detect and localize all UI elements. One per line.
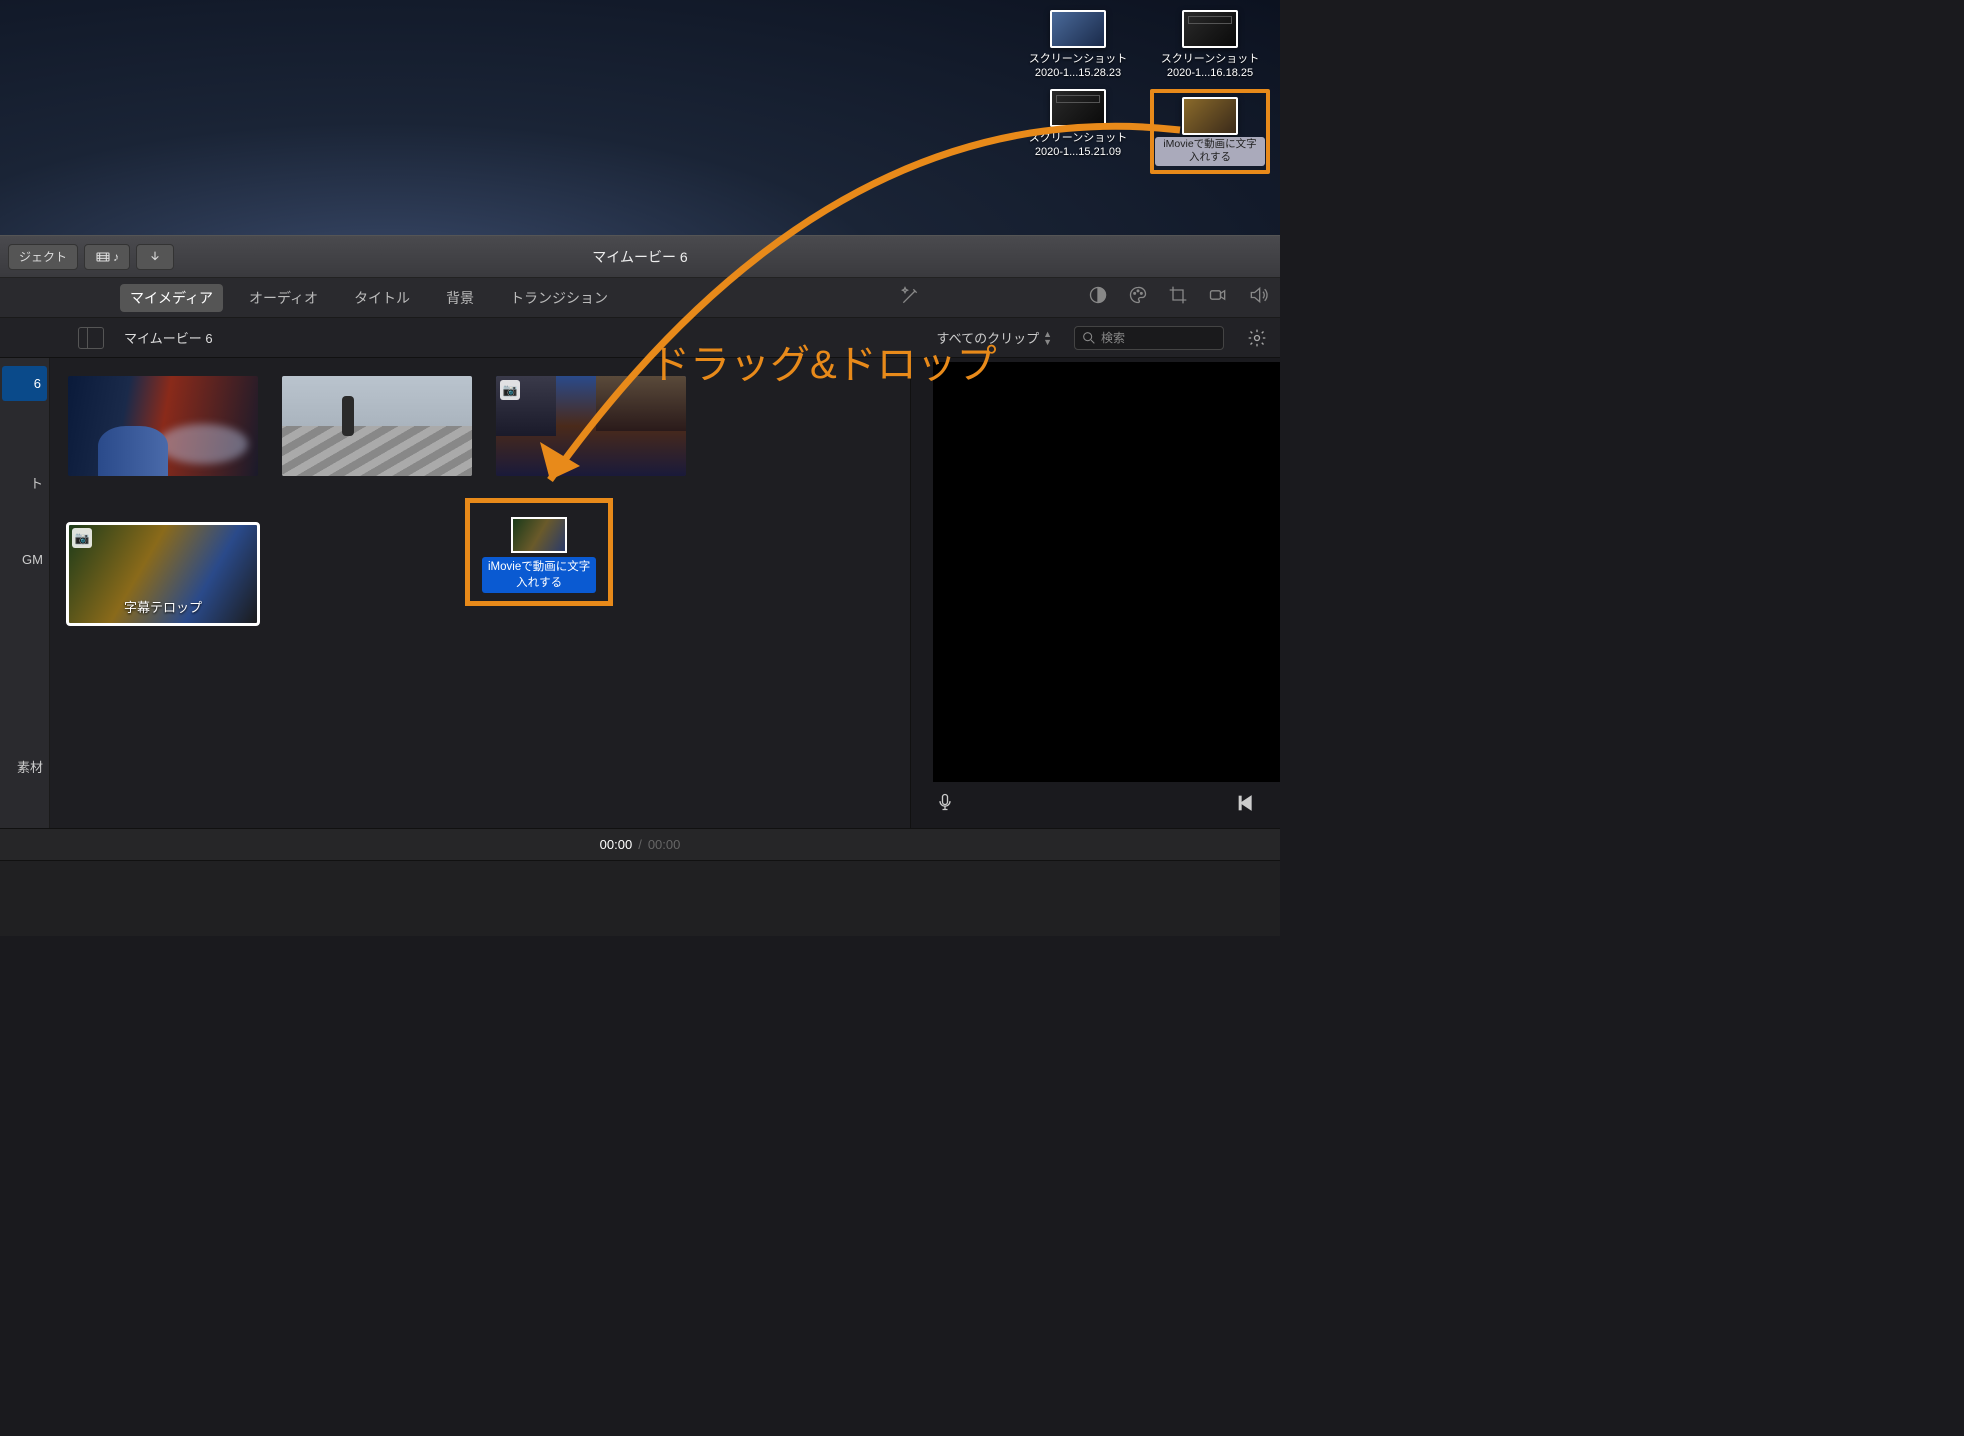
- dragged-item-label: iMovieで動画に文字入れする: [482, 557, 596, 593]
- timecode-current: 00:00: [600, 837, 633, 852]
- timeline-track[interactable]: [0, 860, 1280, 936]
- desktop-icons-grid: スクリーンショット2020-1...15.28.23 スクリーンショット2020…: [1010, 10, 1270, 174]
- search-placeholder: 検索: [1101, 329, 1125, 346]
- timecode-separator: /: [638, 837, 642, 852]
- sidebar-item-bgm[interactable]: GM: [0, 542, 49, 577]
- desktop-file-label: スクリーンショット2020-1...15.28.23: [1029, 52, 1127, 81]
- tab-mymedia[interactable]: マイメディア: [120, 284, 223, 312]
- skip-previous-button[interactable]: [1236, 793, 1256, 818]
- layout-toggle-button[interactable]: [78, 327, 104, 349]
- palette-icon: [1128, 285, 1148, 305]
- search-input[interactable]: 検索: [1074, 326, 1224, 350]
- preview-controls: [911, 782, 1280, 828]
- window-title: マイムービー 6: [592, 247, 687, 267]
- voiceover-button[interactable]: [935, 792, 955, 818]
- crop-button[interactable]: [1168, 285, 1188, 310]
- color-balance-button[interactable]: [1088, 285, 1108, 310]
- projects-button[interactable]: ジェクト: [8, 244, 78, 270]
- magic-wand-button[interactable]: [900, 286, 920, 311]
- gear-icon: [1247, 328, 1267, 348]
- desktop-file-1[interactable]: スクリーンショット2020-1...15.28.23: [1018, 10, 1138, 81]
- main-content-area: 6 ト GM 素材 📷 📷 字幕テロップ iMovieで動画に文字入れする: [0, 358, 1280, 828]
- download-arrow-icon: [147, 249, 163, 265]
- filmstrip-icon: [95, 249, 111, 265]
- adjustment-toolbar: [1088, 278, 1268, 317]
- tab-titles[interactable]: タイトル: [344, 284, 420, 312]
- desktop-file-3[interactable]: スクリーンショット2020-1...15.21.09: [1018, 89, 1138, 174]
- settings-button[interactable]: [1244, 325, 1270, 351]
- desktop-file-label-selected: iMovieで動画に文字入れする: [1155, 137, 1265, 166]
- contrast-icon: [1088, 285, 1108, 305]
- project-name-label: マイムービー 6: [124, 328, 213, 347]
- imovie-window: ジェクト ♪ マイムービー 6 マイメディア オーディオ タイトル 背景 トラン…: [0, 235, 1280, 936]
- sidebar-item-material[interactable]: 素材: [0, 747, 49, 786]
- annotation-label: ドラッグ&ドロップ: [650, 332, 997, 390]
- search-icon: [1081, 330, 1097, 346]
- tab-background[interactable]: 背景: [436, 284, 484, 312]
- tab-audio[interactable]: オーディオ: [239, 284, 328, 312]
- screenshot-thumbnail-icon: [1182, 10, 1238, 48]
- stabilization-button[interactable]: [1208, 285, 1228, 310]
- color-correction-button[interactable]: [1128, 285, 1148, 310]
- desktop-background: スクリーンショット2020-1...15.28.23 スクリーンショット2020…: [0, 0, 1280, 235]
- crop-icon: [1168, 285, 1188, 305]
- sidebar-item-project[interactable]: 6: [2, 366, 47, 401]
- media-clip-1[interactable]: [68, 376, 258, 476]
- magic-wand-icon: [900, 286, 920, 306]
- timecode-bar: 00:00 / 00:00: [0, 828, 1280, 860]
- media-browser[interactable]: 📷 📷 字幕テロップ iMovieで動画に文字入れする: [50, 358, 910, 828]
- image-thumbnail-icon: [1182, 97, 1238, 135]
- clip-caption: 字幕テロップ: [68, 597, 258, 616]
- preview-panel: [910, 358, 1280, 828]
- import-download-button[interactable]: [136, 244, 174, 270]
- updown-icon: ▲▼: [1043, 330, 1052, 346]
- desktop-file-label: スクリーンショット2020-1...16.18.25: [1161, 52, 1259, 81]
- screenshot-thumbnail-icon: [1050, 10, 1106, 48]
- media-tabs-row: マイメディア オーディオ タイトル 背景 トランジション: [0, 278, 1280, 318]
- media-clip-2[interactable]: [282, 376, 472, 476]
- timecode-total: 00:00: [648, 837, 681, 852]
- window-titlebar: ジェクト ♪ マイムービー 6: [0, 236, 1280, 278]
- browser-filter-row: マイムービー 6 すべてのクリップ ▲▼ 検索: [0, 318, 1280, 358]
- desktop-file-label: スクリーンショット2020-1...15.21.09: [1029, 131, 1127, 160]
- desktop-file-highlighted[interactable]: iMovieで動画に文字入れする: [1150, 89, 1270, 174]
- tab-transition[interactable]: トランジション: [500, 284, 618, 312]
- desktop-file-2[interactable]: スクリーンショット2020-1...16.18.25: [1150, 10, 1270, 81]
- photo-badge-icon: 📷: [72, 528, 92, 548]
- video-camera-icon: [1208, 285, 1228, 305]
- microphone-icon: [935, 792, 955, 812]
- sidebar-item-1[interactable]: ト: [0, 463, 49, 502]
- volume-button[interactable]: [1248, 285, 1268, 310]
- media-clip-3[interactable]: 📷: [496, 376, 686, 476]
- media-import-button[interactable]: ♪: [84, 244, 130, 270]
- library-sidebar: 6 ト GM 素材: [0, 358, 50, 828]
- dragged-item-preview[interactable]: iMovieで動画に文字入れする: [465, 498, 613, 606]
- preview-viewport[interactable]: [933, 362, 1280, 782]
- dragged-thumbnail-icon: [511, 517, 567, 553]
- media-clip-4-selected[interactable]: 📷 字幕テロップ: [68, 524, 258, 624]
- screenshot-thumbnail-icon: [1050, 89, 1106, 127]
- speaker-icon: [1248, 285, 1268, 305]
- photo-badge-icon: 📷: [500, 380, 520, 400]
- skip-back-icon: [1236, 793, 1256, 813]
